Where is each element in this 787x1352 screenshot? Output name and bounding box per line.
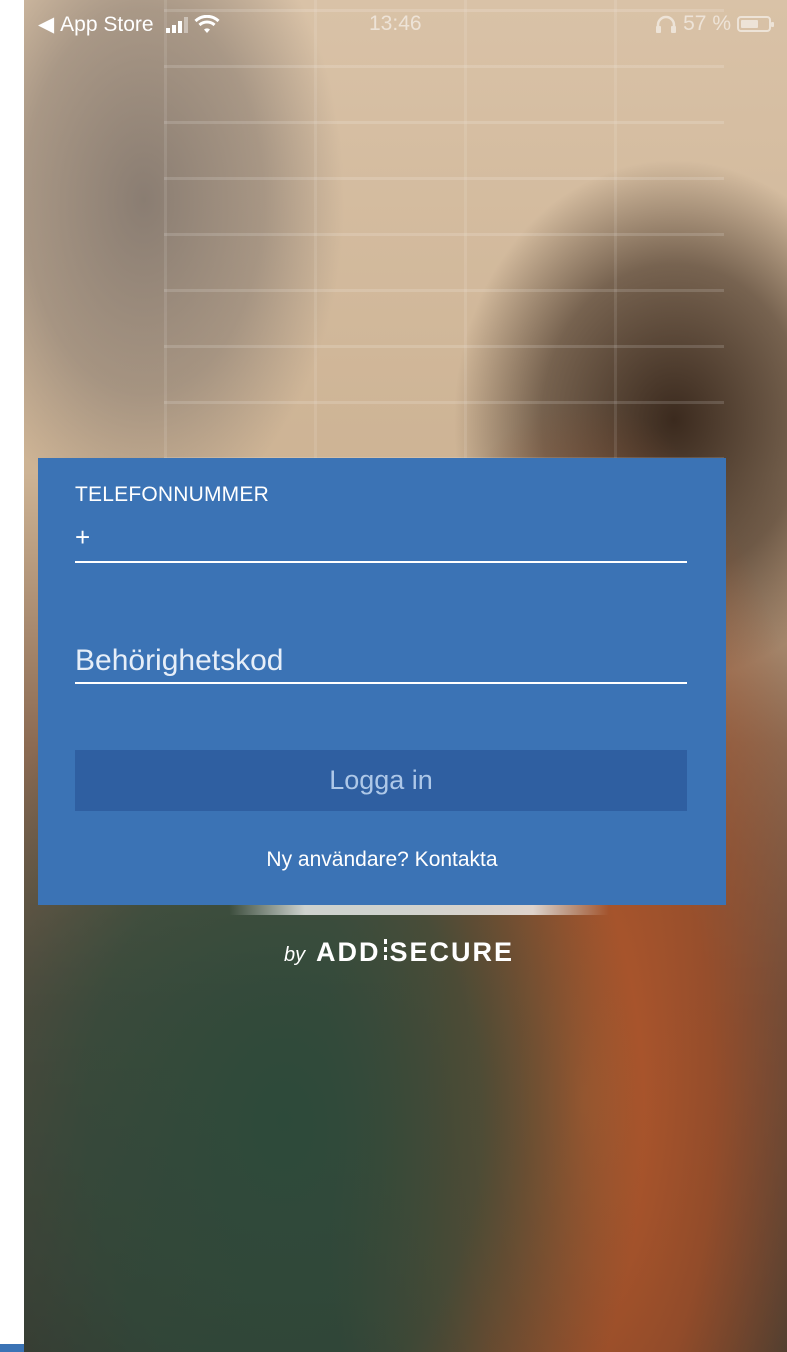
auth-code-input[interactable]	[75, 640, 687, 684]
battery-percent: 57 %	[683, 12, 731, 35]
brand-by: by	[284, 944, 306, 966]
login-card: TELEFONNUMMER + Logga in Ny användare? K…	[38, 458, 726, 905]
back-triangle-icon[interactable]: ◀	[38, 12, 54, 37]
headphones-icon	[656, 15, 677, 33]
logo-separator	[383, 939, 387, 963]
brand-name-obscured	[229, 905, 609, 915]
phone-label: TELEFONNUMMER	[75, 483, 269, 506]
phone-underline	[75, 561, 687, 563]
logo-left: ADD	[316, 937, 381, 967]
status-right: 57 %	[655, 12, 774, 36]
background-photo	[164, 0, 724, 460]
signal-icon	[165, 16, 188, 33]
battery-icon	[737, 16, 774, 32]
bottom-edge-strip	[0, 1344, 24, 1352]
phone-input[interactable]: +	[75, 522, 90, 552]
addsecure-logo: ADD SECURE	[316, 937, 514, 968]
login-button[interactable]: Logga in	[75, 750, 687, 811]
new-user-contact-link[interactable]: Ny användare? Kontakta	[38, 848, 726, 872]
status-time: 13:46	[369, 12, 422, 35]
status-bar: ◀ App Store 13:46 57 %	[24, 0, 787, 46]
wifi-icon	[194, 14, 220, 33]
back-app-label[interactable]: App Store	[60, 13, 153, 37]
logo-right: SECURE	[389, 937, 515, 967]
status-left[interactable]: ◀ App Store	[38, 12, 220, 37]
